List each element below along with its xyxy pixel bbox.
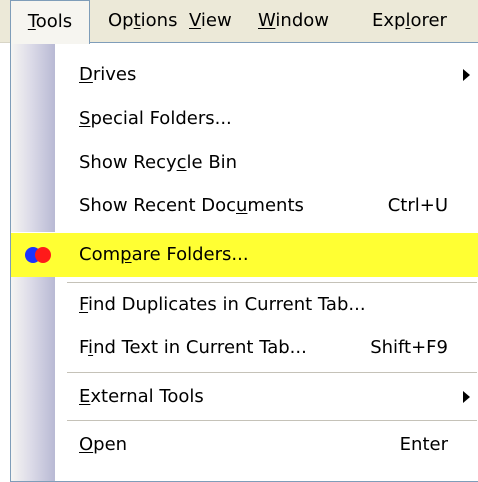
label-text: ind Duplicates in Current Tab... [88, 294, 366, 315]
tools-dropdown-menu: Drives Special Folders... Show Recycle B… [10, 42, 478, 482]
compare-folders-icon [25, 247, 53, 263]
menu-item-open-label: Open [79, 423, 127, 467]
mnemonic: E [79, 386, 91, 407]
mnemonic: c [176, 152, 187, 173]
mnemonic: F [79, 294, 89, 315]
label-text-pre: Show Recent Doc [79, 195, 236, 216]
menu-options[interactable]: Options [108, 0, 177, 42]
menu-separator [67, 372, 477, 373]
menu-item-show-recent-documents-label: Show Recent Documents [79, 184, 304, 228]
menu-options-label: ions [140, 10, 178, 31]
menu-item-find-duplicates-label: Find Duplicates in Current Tab... [79, 283, 366, 327]
menu-tools-label: ools [35, 11, 73, 32]
menu-item-find-duplicates[interactable]: Find Duplicates in Current Tab... [11, 283, 478, 327]
menu-view[interactable]: View [189, 0, 232, 42]
menu-explorer-label-pre: Exp [372, 10, 406, 31]
label-text: le Bin [186, 152, 238, 173]
menu-explorer[interactable]: Explorer [372, 0, 447, 42]
label-text: are Folders... [131, 244, 249, 265]
menu-item-external-tools-label: External Tools [79, 375, 204, 419]
mnemonic: p [120, 244, 132, 265]
label-text-pre: Show Recy [79, 152, 177, 173]
shortcut-label: Shift+F9 [370, 337, 448, 358]
label-text: xternal Tools [90, 386, 204, 407]
mnemonic: D [79, 64, 93, 85]
label-text: rives [92, 64, 137, 85]
menu-window-label: indow [275, 10, 329, 31]
mnemonic: S [79, 108, 91, 129]
label-text: pecial Folders... [90, 108, 232, 129]
shortcut-label: Enter [399, 434, 448, 455]
submenu-arrow-icon [463, 391, 470, 403]
label-text-pre: F [79, 337, 89, 358]
menu-options-mnemonic: t [133, 10, 141, 31]
menu-item-drives[interactable]: Drives [11, 53, 478, 97]
label-text: nd Text in Current Tab... [93, 337, 307, 358]
menu-tools[interactable]: Tools [10, 0, 90, 44]
menu-item-compare-folders[interactable]: Compare Folders... [11, 232, 478, 277]
menu-item-special-folders-label: Special Folders... [79, 97, 232, 141]
menu-item-special-folders[interactable]: Special Folders... [11, 97, 478, 141]
menu-bar: Tools Options View Window Explorer [0, 0, 478, 44]
menu-item-find-text-label: Find Text in Current Tab... [79, 326, 307, 370]
menu-view-mnemonic: V [189, 10, 201, 31]
mnemonic: O [79, 434, 94, 455]
menu-item-show-recycle-bin-label: Show Recycle Bin [79, 141, 237, 185]
menu-item-find-text[interactable]: Find Text in Current Tab... Shift+F9 [11, 326, 478, 370]
menu-window-mnemonic: W [258, 10, 276, 31]
menu-separator [67, 420, 477, 421]
menu-tools-mnemonic: T [27, 11, 36, 32]
submenu-arrow-icon [463, 69, 470, 81]
label-text-pre: Com [79, 244, 121, 265]
menu-item-drives-label: Drives [79, 53, 136, 97]
menu-item-open[interactable]: Open Enter [11, 423, 478, 467]
menu-item-compare-folders-label: Compare Folders... [79, 233, 249, 277]
mnemonic: u [236, 195, 248, 216]
menu-explorer-label: orer [410, 10, 447, 31]
menu-options-label-pre: Op [108, 10, 134, 31]
label-text: ments [247, 195, 304, 216]
menu-item-show-recent-documents[interactable]: Show Recent Documents Ctrl+U [11, 184, 478, 228]
menu-window[interactable]: Window [258, 0, 329, 42]
label-text: pen [93, 434, 128, 455]
menu-view-label: iew [200, 10, 232, 31]
menu-item-external-tools[interactable]: External Tools [11, 375, 478, 419]
menu-item-show-recycle-bin[interactable]: Show Recycle Bin [11, 141, 478, 185]
shortcut-label: Ctrl+U [387, 195, 448, 216]
